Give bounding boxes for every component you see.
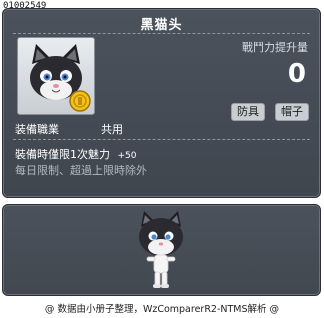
description-text: 裝備時僅限1次魅力 <box>15 148 110 161</box>
character-preview-panel <box>2 204 321 296</box>
item-tooltip: 黑猫头 戰鬥力提升量 0 防具 帽子 装備職業 共用 裝備時僅限1次魅力 +50… <box>2 8 321 198</box>
job-label: 装備職業 <box>15 123 59 136</box>
divider <box>13 33 310 34</box>
item-title: 黑猫头 <box>140 18 183 33</box>
description-line-1: 裝備時僅限1次魅力 +50 <box>15 146 137 162</box>
charm-bonus: +50 <box>117 151 137 161</box>
divider <box>13 139 310 140</box>
tag-hat: 帽子 <box>275 103 309 121</box>
credits-footer: @ 数据由小册子整理，WzComparerR2-NTMS解析 @ <box>44 304 280 315</box>
tag-armor: 防具 <box>231 103 265 121</box>
combat-power-value: 0 <box>287 59 306 89</box>
combat-power-label: 戰鬥力提升量 <box>242 41 308 54</box>
gold-coin-icon <box>69 90 91 112</box>
item-icon-frame <box>17 37 95 115</box>
job-value: 共用 <box>101 123 123 136</box>
cat-character-preview <box>139 211 183 288</box>
description-line-2: 每日限制、超過上限時除外 <box>15 164 147 177</box>
